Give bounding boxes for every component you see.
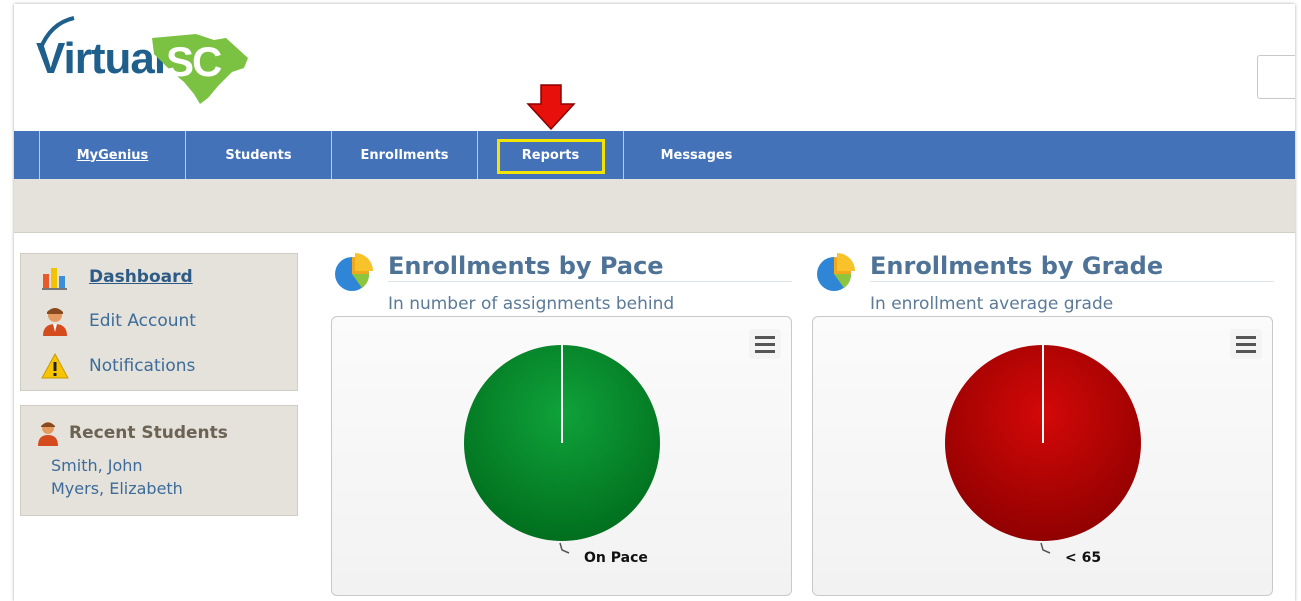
sidebar-item-notifications[interactable]: Notifications — [41, 351, 195, 381]
sidebar-item-label: Dashboard — [89, 267, 193, 287]
grade-panel-header: Enrollments by Grade In enrollment avera… — [814, 252, 1276, 316]
bar-chart-icon — [42, 268, 67, 290]
pie-chart-icon — [335, 253, 373, 291]
nav-label: MyGenius — [76, 147, 149, 163]
nav-label: Messages — [660, 147, 733, 163]
nav-label: Students — [225, 147, 292, 163]
grade-chart-card: < 65 — [812, 316, 1273, 596]
sidebar-item-label: Notifications — [89, 356, 196, 376]
pie-connector — [1040, 542, 1051, 554]
sidebar-item-edit-account[interactable]: Edit Account — [41, 306, 196, 336]
nav-mygenius[interactable]: MyGenius — [40, 131, 185, 179]
nav-students[interactable]: Students — [186, 131, 331, 179]
panel-rule — [870, 281, 1274, 282]
sidebar-menu: Dashboard Edit Account Notifications — [20, 253, 298, 391]
warning-icon — [41, 352, 69, 379]
logo-accent: SC — [166, 38, 222, 85]
panel-subtitle: In enrollment average grade — [870, 294, 1114, 314]
nav-enrollments[interactable]: Enrollments — [332, 131, 477, 179]
nav-messages[interactable]: Messages — [624, 131, 769, 179]
header-search-box[interactable] — [1257, 55, 1295, 99]
nav-label: Enrollments — [360, 147, 449, 163]
pie-chart-icon — [817, 253, 855, 291]
grade-pie-chart — [945, 345, 1141, 554]
pie-data-label: On Pace — [584, 550, 648, 566]
user-icon — [43, 308, 67, 336]
sidebar-item-dashboard[interactable]: Dashboard — [41, 262, 193, 292]
panel-subtitle: In number of assignments behind — [388, 294, 675, 314]
user-icon — [38, 422, 58, 446]
panel-title: Enrollments by Pace — [388, 252, 664, 280]
recent-student-link[interactable]: Myers, Elizabeth — [51, 479, 183, 498]
recent-students-heading: Recent Students — [37, 420, 228, 446]
sub-toolbar — [14, 179, 1295, 233]
browser-frame: Virtual SC MyGenius Students Enrollments… — [14, 4, 1295, 601]
virtualsc-logo[interactable]: Virtual SC — [36, 12, 256, 104]
recent-student-link[interactable]: Smith, John — [51, 456, 143, 475]
pace-panel-header: Enrollments by Pace In number of assignm… — [332, 252, 794, 316]
sidebar-item-label: Edit Account — [89, 311, 196, 331]
pie-connector — [559, 542, 570, 554]
pie-data-label: < 65 — [1065, 550, 1102, 566]
pace-chart-card: On Pace — [331, 316, 792, 596]
panel-rule — [388, 281, 792, 282]
recent-students-box: Recent Students Smith, John Myers, Eliza… — [20, 405, 298, 516]
red-arrow-icon — [526, 84, 576, 130]
reports-highlight-box — [497, 139, 605, 174]
panel-title: Enrollments by Grade — [870, 252, 1164, 280]
recent-students-title: Recent Students — [69, 423, 228, 443]
pace-pie-chart — [464, 345, 660, 554]
main-nav: MyGenius Students Enrollments Reports Me… — [14, 131, 1295, 179]
